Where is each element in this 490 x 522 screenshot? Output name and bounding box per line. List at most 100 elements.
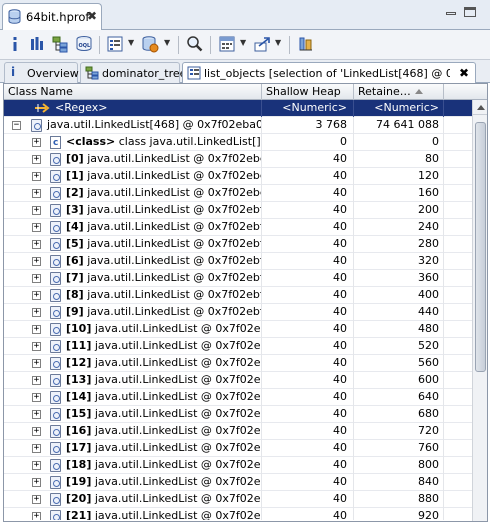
table-row[interactable]: + [17] java.util.LinkedList @ 0x7f02ebfa6… [4,440,472,457]
table-row[interactable]: + [4] java.util.LinkedList @ 0x7f02ebfa82… [4,219,472,236]
class-name-cell: + [8] java.util.LinkedList @ 0x7f02ebfa7d… [4,287,262,304]
table-row[interactable]: + [10] java.util.LinkedList @ 0x7f02ebfa7… [4,321,472,338]
expand-icon[interactable]: + [32,461,41,470]
chevron-down-icon[interactable]: ▼ [128,38,134,47]
expand-icon[interactable]: + [32,495,41,504]
expand-icon[interactable]: + [32,274,41,283]
dominator-tree-icon[interactable] [51,35,69,53]
object-name: java.util.LinkedList @ 0x7f02ebf267e [87,203,261,216]
scrollbar-thumb[interactable] [475,122,486,372]
tab-overview[interactable]: i Overview [4,62,79,83]
object-name: java.util.LinkedList @ 0x7f02ebfa6 [94,407,261,420]
table-row[interactable]: + [12] java.util.LinkedList @ 0x7f02ebfa7… [4,355,472,372]
class-name-filter-cell[interactable]: <Regex> [4,100,262,117]
expand-icon[interactable]: + [32,393,41,402]
table-row[interactable]: + [13] java.util.LinkedList @ 0x7f02ebfa7… [4,372,472,389]
class-name-cell: + [18] java.util.LinkedList @ 0x7f02ebf78 [4,457,262,474]
filter-row[interactable]: <Regex> <Numeric> <Numeric> [4,100,472,117]
table-row[interactable]: + [19] java.util.LinkedList @ 0x7f02ebf78… [4,474,472,491]
table-row[interactable]: + [14] java.util.LinkedList @ 0x7f02ebfa7… [4,389,472,406]
scroll-up-arrow[interactable] [473,100,487,115]
tab-dominator-tree[interactable]: dominator_tree [80,62,186,83]
expand-icon[interactable]: + [32,172,41,181]
table-row[interactable]: + [2] java.util.LinkedList @ 0x7f02ebed46… [4,185,472,202]
chevron-down-icon[interactable]: ▼ [164,38,170,47]
window-controls [446,6,482,20]
class-keyword: <class> [66,135,116,148]
maximize-button[interactable] [464,7,476,17]
object-label: [12] java.util.LinkedList @ 0x7f02ebfa7 [66,355,261,371]
object-icon [50,272,61,285]
close-icon[interactable]: ✖ [459,66,469,80]
table-row[interactable]: + [8] java.util.LinkedList @ 0x7f02ebfa7d… [4,287,472,304]
object-icon [50,408,61,421]
table-row[interactable]: + [20] java.util.LinkedList @ 0x7f02ebf78… [4,491,472,508]
chevron-down-icon[interactable]: ▼ [275,38,281,47]
expand-icon[interactable]: + [32,189,41,198]
table-row[interactable]: + [16] java.util.LinkedList @ 0x7f02ebfa6… [4,423,472,440]
table-row[interactable]: + [1] java.util.LinkedList @ 0x7f02ebecc5… [4,168,472,185]
expand-icon[interactable]: + [32,427,41,436]
table-row[interactable]: + [5] java.util.LinkedList @ 0x7f02ebfa81… [4,236,472,253]
table-row[interactable]: + [6] java.util.LinkedList @ 0x7f02ebfa80… [4,253,472,270]
export-icon[interactable] [253,35,271,53]
calculator-icon[interactable] [218,35,236,53]
expand-icon[interactable]: + [32,138,41,147]
object-label: [10] java.util.LinkedList @ 0x7f02ebfa7 [66,321,261,337]
object-name: java.util.LinkedList @ 0x7f02ebf78 [94,475,261,488]
table-row-root[interactable]: − java.util.LinkedList[468] @ 0x7f02eba0… [4,117,472,134]
expand-icon[interactable]: + [32,342,41,351]
retained-heap-cell: 440 [354,304,444,321]
expand-icon[interactable]: + [32,223,41,232]
array-index: [11] [66,339,92,352]
toolbar-separator [210,36,211,54]
object-label: [21] java.util.LinkedList @ 0x7f02ebf77 [66,508,261,520]
shallow-heap-filter-cell[interactable]: <Numeric> [262,100,354,117]
table-row-class[interactable]: + <class> class java.util.LinkedList[] @… [4,134,472,151]
expand-icon[interactable]: + [32,291,41,300]
list-objects-icon [187,66,201,80]
table-row[interactable]: + [15] java.util.LinkedList @ 0x7f02ebfa6… [4,406,472,423]
table-row[interactable]: + [9] java.util.LinkedList @ 0x7f02ebfa7b… [4,304,472,321]
editor-tab-heap-dump[interactable]: 64bit.hprof ✖ [2,3,102,30]
heap-dump-overview-icon[interactable] [141,35,159,53]
tab-list-objects[interactable]: list_objects [selection of 'LinkedList[4… [182,62,476,84]
table-row[interactable]: + [3] java.util.LinkedList @ 0x7f02ebf267… [4,202,472,219]
column-shallow-heap[interactable]: Shallow Heap [262,84,354,100]
object-name: java.util.LinkedList @ 0x7f02ebecc5f [87,169,261,182]
expand-icon[interactable]: + [32,444,41,453]
retained-heap-filter-cell[interactable]: <Numeric> [354,100,444,117]
query-browser-icon[interactable] [106,35,124,53]
table-row[interactable]: + [18] java.util.LinkedList @ 0x7f02ebf78… [4,457,472,474]
expand-icon[interactable]: + [32,359,41,368]
expand-icon[interactable]: + [32,155,41,164]
column-class-name[interactable]: Class Name [4,84,262,100]
close-icon[interactable]: ✖ [87,9,97,23]
info-icon[interactable] [6,35,24,53]
minimize-button[interactable] [446,12,456,15]
table-row[interactable]: + [11] java.util.LinkedList @ 0x7f02ebfa7… [4,338,472,355]
column-retained-heap[interactable]: Retaine… [354,84,444,100]
collapse-icon[interactable]: − [12,121,21,130]
tab-label: dominator_tree [102,67,187,80]
expand-icon[interactable]: + [32,478,41,487]
expand-icon[interactable]: + [32,257,41,266]
oql-icon[interactable]: OQL [75,35,93,53]
expand-icon[interactable]: + [32,240,41,249]
table-row[interactable]: + [7] java.util.LinkedList @ 0x7f02ebfa7f… [4,270,472,287]
expand-icon[interactable]: + [32,325,41,334]
object-label: [13] java.util.LinkedList @ 0x7f02ebfa7 [66,372,261,388]
pin-icon[interactable] [297,35,315,53]
search-icon[interactable] [186,35,204,53]
expand-icon[interactable]: + [32,376,41,385]
vertical-scrollbar[interactable] [472,100,487,521]
expand-icon[interactable]: + [32,206,41,215]
expand-icon[interactable]: + [32,512,41,520]
table-row[interactable]: + [0] java.util.LinkedList @ 0x7f02ebe987… [4,151,472,168]
table-row[interactable]: + [21] java.util.LinkedList @ 0x7f02ebf77… [4,508,472,520]
chevron-down-icon[interactable]: ▼ [240,38,246,47]
histogram-icon[interactable] [28,35,46,53]
expand-icon[interactable]: + [32,410,41,419]
expand-icon[interactable]: + [32,308,41,317]
retained-heap-cell: 360 [354,270,444,287]
